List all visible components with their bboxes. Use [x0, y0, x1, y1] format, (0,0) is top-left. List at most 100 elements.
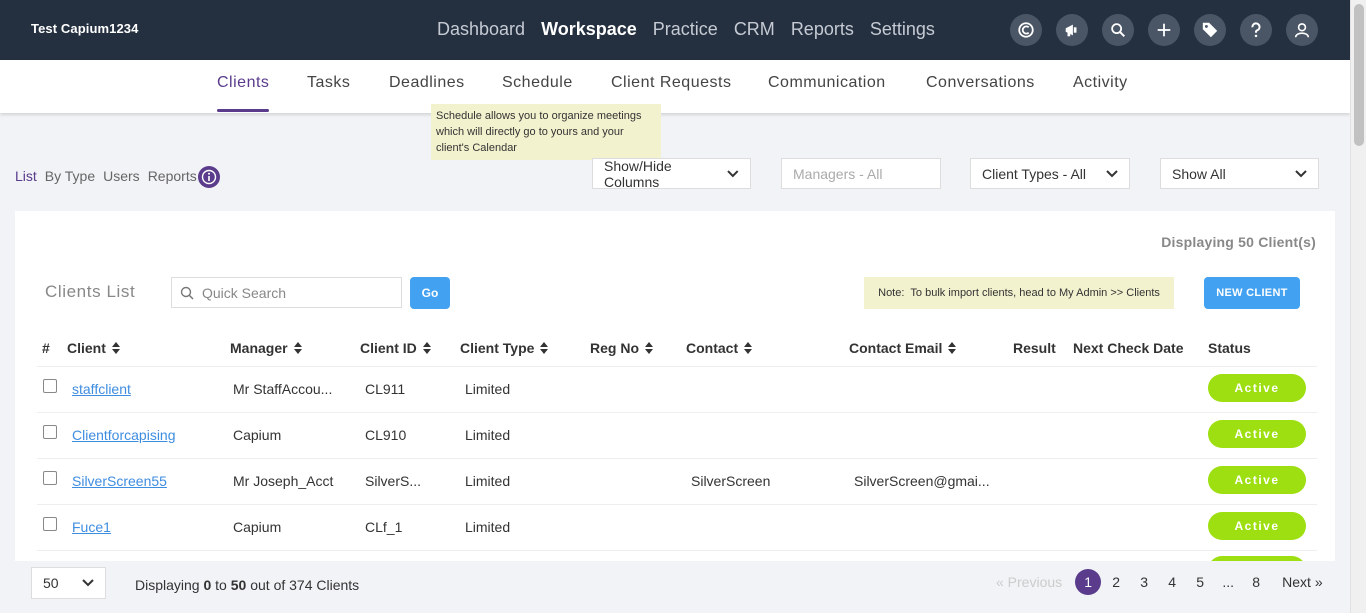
- tab-deadlines[interactable]: Deadlines: [389, 74, 465, 92]
- new-client-button[interactable]: NEW CLIENT: [1204, 277, 1300, 309]
- column-header-contact[interactable]: Contact: [686, 340, 753, 356]
- row-checkbox[interactable]: [43, 379, 57, 393]
- chevron-down-icon: [1295, 169, 1307, 177]
- page-1[interactable]: 1: [1075, 569, 1102, 595]
- displaying-count: Displaying 50 Client(s): [1161, 234, 1316, 250]
- status-badge[interactable]: Active: [1208, 420, 1306, 448]
- page-8[interactable]: 8: [1242, 574, 1270, 590]
- sort-icon[interactable]: [948, 342, 957, 354]
- client-link[interactable]: Clientforcapising: [72, 427, 176, 443]
- note-label: Note:: [878, 287, 905, 299]
- nav-crm[interactable]: CRM: [734, 17, 775, 41]
- row-checkbox[interactable]: [43, 471, 57, 485]
- ticket-icon[interactable]: [1194, 14, 1226, 46]
- tooltip-line: which will directly go to yours and your: [436, 126, 624, 138]
- info-icon[interactable]: [198, 166, 220, 188]
- sort-icon[interactable]: [422, 342, 431, 354]
- tab-communication[interactable]: Communication: [768, 74, 886, 92]
- client-type-cell: Limited: [465, 427, 511, 443]
- plus-icon[interactable]: [1148, 14, 1180, 46]
- vertical-scrollbar[interactable]: [1350, 0, 1366, 613]
- client-link[interactable]: staffclient: [72, 381, 131, 397]
- next-page[interactable]: Next »: [1282, 574, 1322, 590]
- capium-logo-icon[interactable]: [1010, 14, 1042, 46]
- sort-icon[interactable]: [293, 342, 302, 354]
- info-from: 0: [203, 577, 212, 593]
- column-header-contact-email[interactable]: Contact Email: [849, 340, 957, 356]
- go-button[interactable]: Go: [410, 277, 450, 309]
- info-to: 50: [230, 577, 247, 593]
- page-size-select[interactable]: 50: [31, 567, 106, 599]
- tab-conversations[interactable]: Conversations: [926, 74, 1035, 92]
- quick-search[interactable]: [171, 277, 402, 308]
- company-name[interactable]: Test Capium1234: [31, 21, 138, 36]
- client-id-cell: CL910: [365, 427, 407, 443]
- client-link[interactable]: Fuce1: [72, 519, 111, 535]
- sort-icon[interactable]: [744, 342, 753, 354]
- row-checkbox[interactable]: [43, 425, 57, 439]
- nav-settings[interactable]: Settings: [870, 17, 935, 41]
- page-4[interactable]: 4: [1158, 574, 1186, 590]
- user-icon[interactable]: [1286, 14, 1318, 46]
- row-checkbox[interactable]: [43, 517, 57, 531]
- chevron-down-icon: [82, 579, 94, 587]
- nav-workspace[interactable]: Workspace: [541, 17, 637, 41]
- status-badge[interactable]: Active: [1208, 374, 1306, 402]
- tab-clients[interactable]: Clients: [217, 74, 269, 92]
- view-users[interactable]: Users: [103, 168, 140, 184]
- sub-nav: Clients Tasks Deadlines Schedule Client …: [0, 60, 1350, 113]
- status-badge[interactable]: [1208, 556, 1306, 561]
- search-icon: [180, 286, 194, 300]
- info-to-word: to: [215, 577, 227, 593]
- tab-activity[interactable]: Activity: [1073, 74, 1128, 92]
- column-header-reg-no[interactable]: Reg No: [590, 340, 653, 356]
- show-hide-columns-dropdown[interactable]: Show/Hide Columns: [592, 157, 751, 190]
- tooltip-line: Schedule allows you to organize meetings: [436, 110, 642, 122]
- nav-dashboard[interactable]: Dashboard: [437, 17, 525, 41]
- table-header: # Client Manager Client ID Client Type R…: [37, 337, 1317, 367]
- page-5[interactable]: 5: [1186, 574, 1214, 590]
- managers-filter-input[interactable]: Managers - All: [781, 158, 941, 189]
- sort-icon[interactable]: [111, 342, 120, 354]
- page-3[interactable]: 3: [1130, 574, 1158, 590]
- page-2[interactable]: 2: [1102, 574, 1130, 590]
- client-type-cell: Limited: [465, 381, 511, 397]
- client-types-dropdown[interactable]: Client Types - All: [970, 158, 1130, 189]
- table-row: SilverScreen55 Mr Joseph_Acct SilverS...…: [37, 459, 1317, 505]
- show-all-dropdown[interactable]: Show All: [1160, 158, 1319, 189]
- scrollbar-thumb[interactable]: [1354, 4, 1364, 146]
- dropdown-label: Show/Hide Columns: [604, 157, 672, 190]
- tab-client-requests[interactable]: Client Requests: [611, 74, 731, 92]
- column-header-client-id[interactable]: Client ID: [360, 340, 431, 356]
- column-header-client-type[interactable]: Client Type: [460, 340, 549, 356]
- previous-page[interactable]: « Previous: [996, 574, 1062, 590]
- dropdown-label: Client Types - All: [982, 165, 1087, 182]
- table-row: staffclient Mr StaffAccou... CL911 Limit…: [37, 367, 1317, 413]
- nav-reports[interactable]: Reports: [791, 17, 854, 41]
- info-prefix: Displaying: [135, 577, 200, 593]
- sort-icon[interactable]: [645, 342, 653, 354]
- column-header-next-check-date: Next Check Date: [1073, 340, 1184, 356]
- search-input[interactable]: [202, 284, 392, 301]
- view-list[interactable]: List: [15, 168, 37, 184]
- table-row: Fuce1 Capium CLf_1 Limited Active: [37, 505, 1317, 551]
- client-type-cell: Limited: [465, 519, 511, 535]
- column-header-manager[interactable]: Manager: [230, 340, 302, 356]
- view-by-type[interactable]: By Type: [45, 168, 95, 184]
- tab-schedule[interactable]: Schedule: [502, 74, 573, 92]
- tab-tasks[interactable]: Tasks: [307, 74, 350, 92]
- nav-practice[interactable]: Practice: [653, 17, 718, 41]
- status-badge[interactable]: Active: [1208, 512, 1306, 540]
- sort-icon[interactable]: [540, 342, 549, 354]
- contact-cell: SilverScreen: [691, 473, 771, 489]
- status-badge[interactable]: Active: [1208, 466, 1306, 494]
- search-icon[interactable]: [1102, 14, 1134, 46]
- page-size-value: 50: [43, 575, 59, 591]
- table-row: [37, 551, 1317, 561]
- megaphone-icon[interactable]: [1056, 14, 1088, 46]
- view-reports[interactable]: Reports: [148, 168, 197, 184]
- help-icon[interactable]: [1240, 14, 1272, 46]
- manager-cell: Capium: [233, 519, 282, 535]
- client-link[interactable]: SilverScreen55: [72, 473, 167, 489]
- column-header-client[interactable]: Client: [67, 340, 120, 356]
